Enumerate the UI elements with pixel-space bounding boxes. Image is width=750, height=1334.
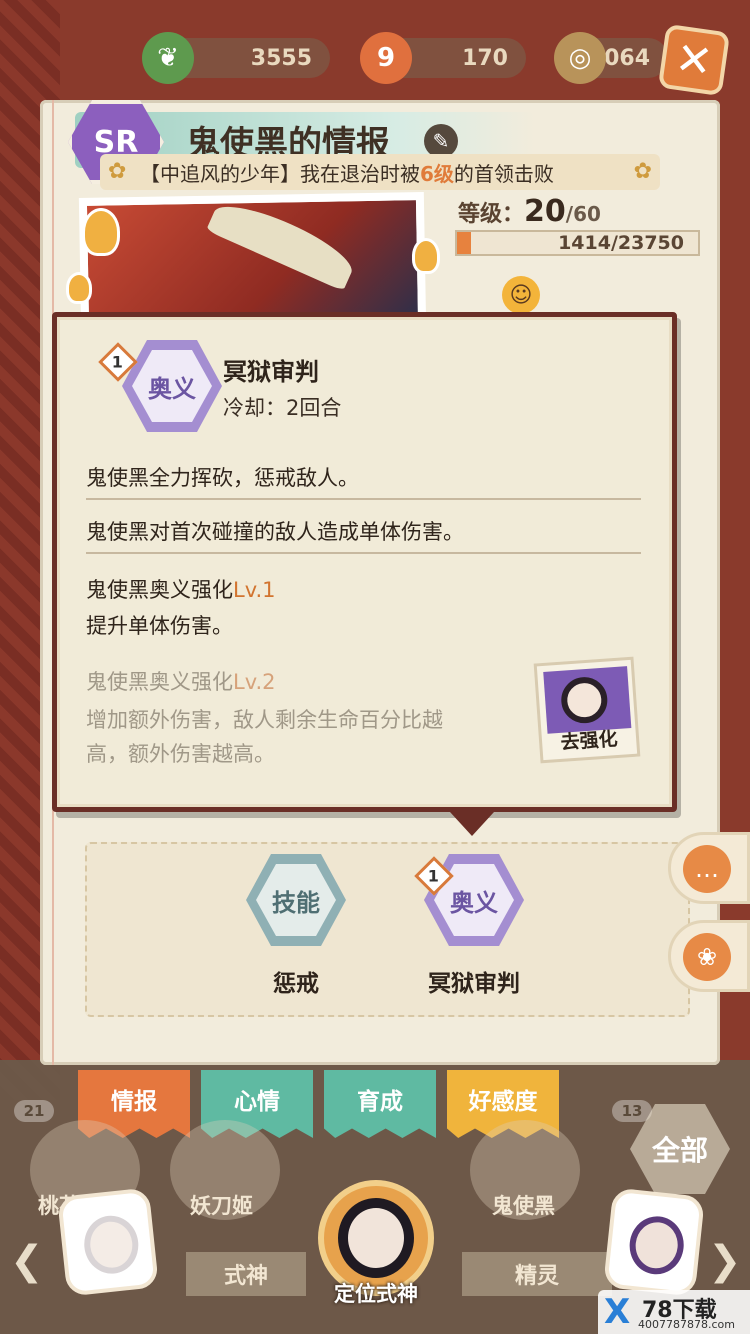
- locate-avatar-face: [338, 1198, 414, 1278]
- skill-level-number: 1: [428, 866, 440, 886]
- popup-pointer: [450, 812, 494, 836]
- flower-icon: ✿: [108, 159, 127, 184]
- close-icon: ✕: [672, 32, 716, 88]
- level-label: 等级：: [458, 202, 525, 227]
- pine-icon: ❦: [142, 32, 194, 84]
- resource-bar: ❦ 3555 9 170 ◎ 4064: [0, 28, 750, 98]
- chevron-left-icon[interactable]: ❮: [10, 1238, 44, 1284]
- divider: [86, 552, 641, 554]
- chat-button[interactable]: …: [668, 832, 750, 904]
- enhance-1-desc: 提升单体伤害。: [86, 614, 233, 638]
- go-enhance-button[interactable]: 去强化: [533, 656, 641, 764]
- flame-icon: [412, 238, 440, 274]
- pine-value: 3555: [250, 45, 312, 71]
- enhance-2-title-text: 鬼使黑奥义强化: [86, 670, 233, 694]
- smile-icon[interactable]: ☺: [502, 276, 540, 314]
- edit-icon[interactable]: ✎: [424, 124, 458, 158]
- chat-icon: …: [683, 845, 731, 893]
- skills-panel: [85, 842, 690, 1017]
- level-max: /60: [565, 202, 601, 226]
- enhance-2-level: Lv.2: [233, 670, 276, 694]
- watermark-logo-icon: X: [604, 1292, 631, 1332]
- enhance-1-title-text: 鬼使黑奥义强化: [86, 578, 233, 602]
- next-shikigami-avatar[interactable]: [603, 1187, 705, 1297]
- ultimate-hex-label: 奥义: [132, 350, 212, 422]
- avatar-face: [626, 1213, 687, 1277]
- go-enhance-label: 去强化: [559, 727, 619, 754]
- watermark-url: 4007787878.com: [638, 1318, 735, 1331]
- exp-text: 1414/23750: [558, 232, 684, 254]
- subtitle-prefix: 【中追风的少年】我在退治时被: [140, 161, 420, 186]
- skill-desc-1: 鬼使黑全力挥砍，惩戒敌人。: [86, 466, 359, 490]
- level-current: 20: [524, 194, 566, 229]
- gift-icon: ❀: [683, 933, 731, 981]
- coin-icon: ◎: [554, 32, 606, 84]
- exp-bar: 1414/23750: [455, 230, 700, 256]
- stamina-resource[interactable]: 9 170: [360, 32, 526, 84]
- enhance-1-level: Lv.1: [233, 578, 276, 602]
- enhance-1-title: 鬼使黑奥义强化Lv.1: [86, 574, 276, 604]
- subtitle-highlight: 6级: [420, 161, 454, 186]
- chevron-right-icon[interactable]: ❯: [708, 1238, 742, 1284]
- skill-hex-label: 技能: [256, 864, 336, 936]
- pine-resource[interactable]: ❦ 3555: [142, 32, 330, 84]
- close-button[interactable]: ✕: [657, 23, 731, 97]
- roster-count-badge: 13: [612, 1100, 652, 1122]
- skill-name: 冥狱审判: [223, 358, 319, 386]
- scythe-blade: [206, 193, 360, 292]
- skill-cooldown: 冷却：2回合: [223, 396, 342, 420]
- site-watermark: X 78下载 4007787878.com: [598, 1290, 750, 1334]
- flame-icon: [66, 272, 92, 304]
- level-display: 等级：20/60: [458, 194, 601, 229]
- skill-desc-2: 鬼使黑对首次碰撞的敌人造成单体伤害。: [86, 520, 464, 544]
- enhance-2-title: 鬼使黑奥义强化Lv.2: [86, 666, 276, 696]
- locate-shikigami-label: 定位式神: [334, 1282, 418, 1306]
- flower-icon: ✿: [633, 159, 652, 184]
- gift-button[interactable]: ❀: [668, 920, 750, 992]
- coin-resource[interactable]: ◎ 4064: [554, 32, 668, 84]
- prev-shikigami-avatar[interactable]: [57, 1187, 159, 1297]
- skill-level-number: 1: [112, 352, 124, 372]
- tab-shikigami[interactable]: 式神: [186, 1252, 306, 1296]
- enhance-2-desc-line1: 增加额外伤害，敌人剩余生命百分比越: [86, 708, 443, 732]
- title-subtitle-bar: ✿ 【中追风的少年】我在退治时被 6级 的首领击败 ✿: [100, 154, 660, 190]
- subtitle-suffix: 的首领击败: [453, 161, 554, 186]
- skill-name-normal: 惩戒: [273, 971, 319, 997]
- skill-name-ultimate: 冥狱审判: [428, 971, 520, 997]
- tab-spirit[interactable]: 精灵: [462, 1252, 612, 1296]
- avatar-face: [81, 1213, 142, 1277]
- roster-count-badge: 21: [14, 1100, 54, 1122]
- enhance-2-desc-line2: 高，额外伤害越高。: [86, 742, 275, 766]
- stamina-value: 170: [462, 45, 508, 71]
- divider: [86, 498, 641, 500]
- stamina-icon: 9: [360, 32, 412, 84]
- roster-name: 妖刀姬: [190, 1194, 253, 1218]
- flame-icon: [82, 208, 120, 256]
- roster-name: 鬼使黑: [492, 1194, 555, 1218]
